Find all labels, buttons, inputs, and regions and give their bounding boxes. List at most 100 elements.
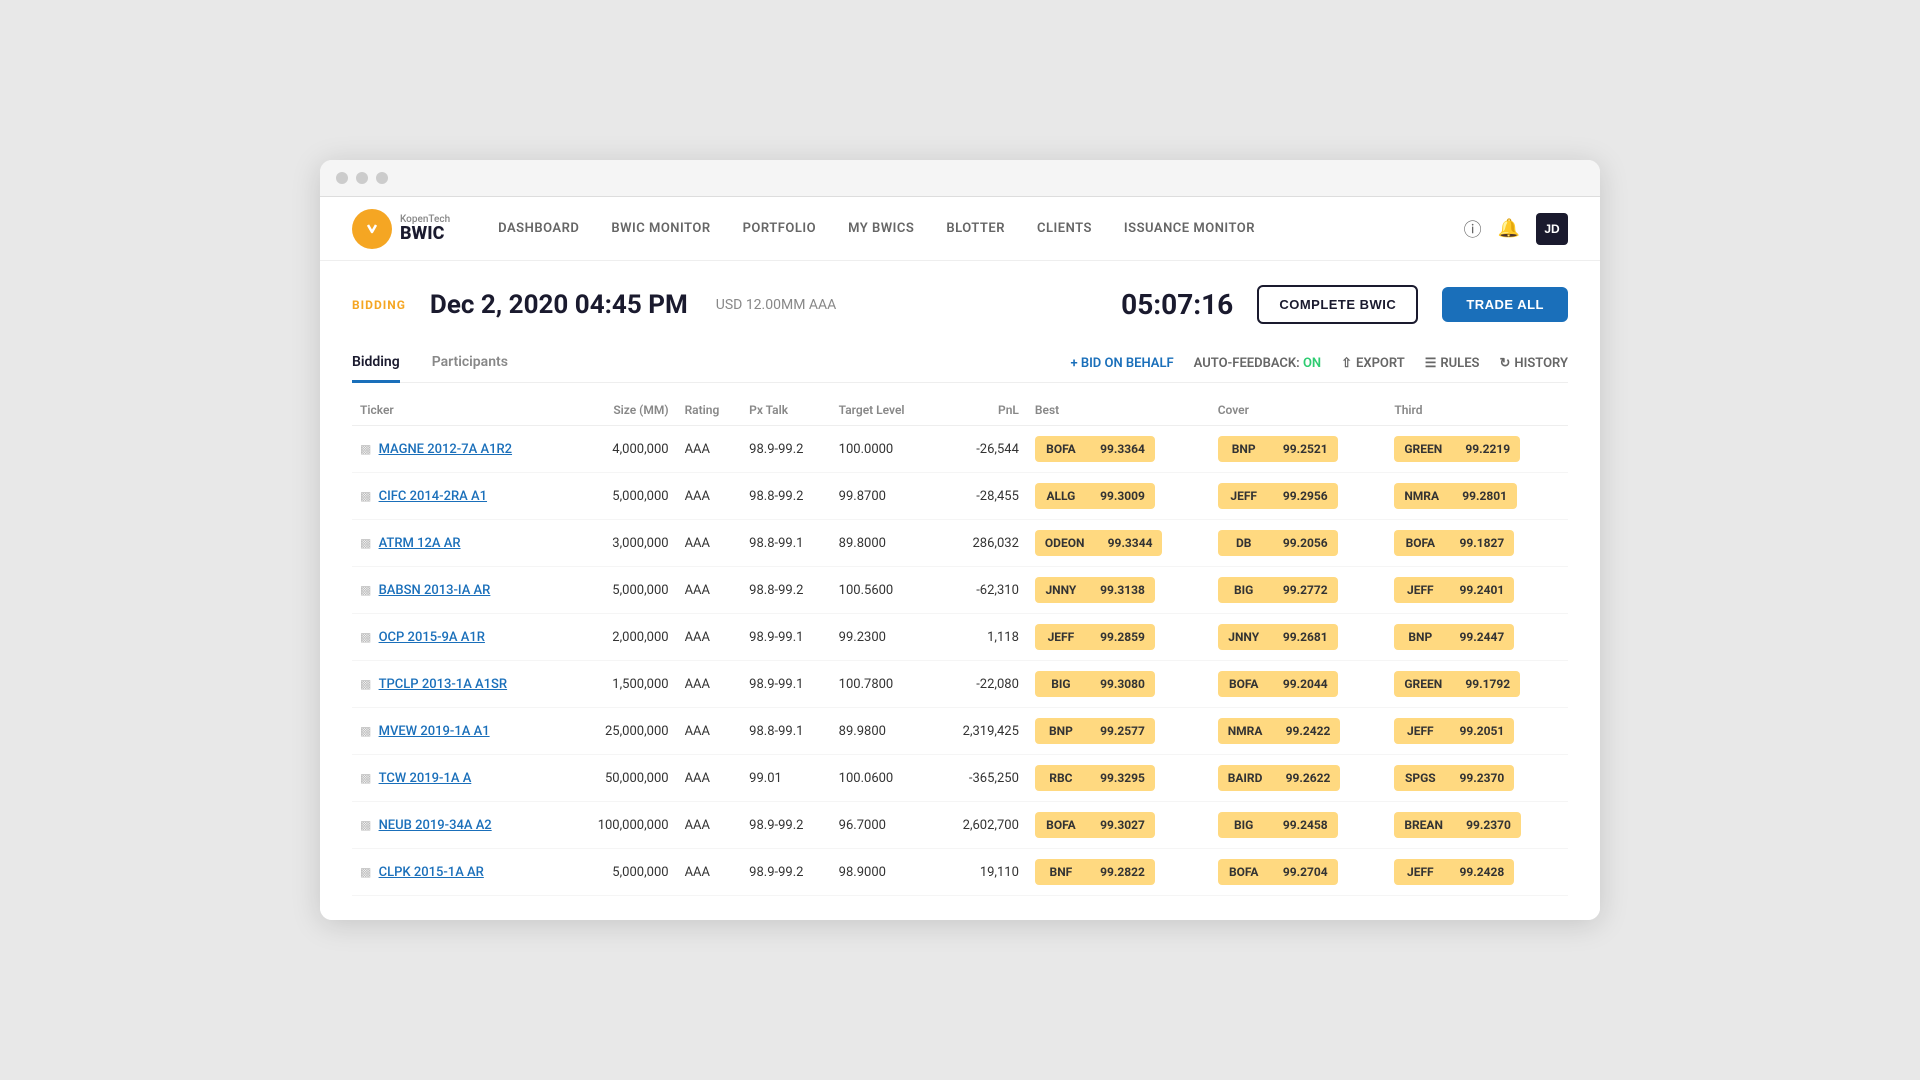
tab-participants[interactable]: Participants [432,344,508,383]
third-value-3: 99.2401 [1446,577,1514,603]
notifications-button[interactable]: 🔔 [1498,218,1520,239]
cover-value-5: 99.2044 [1270,671,1338,697]
cell-target-4: 99.2300 [831,614,935,661]
best-label-7: RBC [1035,765,1087,791]
ticker-link-3[interactable]: BABSN 2013-IA AR [379,583,491,598]
complete-bwic-button[interactable]: COMPLETE BWIC [1257,285,1418,324]
third-label-7: SPGS [1394,765,1446,791]
ticker-link-4[interactable]: OCP 2015-9A A1R [379,630,485,645]
third-bid-group-4: BNP 99.2447 [1394,624,1560,650]
cell-px-talk-2: 98.8-99.1 [741,520,831,567]
best-label-1: ALLG [1035,483,1087,509]
cell-cover-8: BIG 99.2458 [1210,802,1387,849]
ticker-link-6[interactable]: MVEW 2019-1A A1 [379,724,490,739]
cell-best-0: BOFA 99.3364 [1027,426,1210,473]
ticker-link-9[interactable]: CLPK 2015-1A AR [379,865,484,880]
cell-best-4: JEFF 99.2859 [1027,614,1210,661]
cell-rating-4: AAA [677,614,742,661]
export-link[interactable]: ⇧ EXPORT [1341,356,1405,371]
cover-bid-group-9: BOFA 99.2704 [1218,859,1379,885]
cell-size-6: 25,000,000 [566,708,677,755]
help-button[interactable]: ⓘ [1464,216,1482,242]
browser-dot-1 [336,172,348,184]
best-label-3: JNNY [1035,577,1087,603]
cell-target-0: 100.0000 [831,426,935,473]
third-value-8: 99.2370 [1453,812,1521,838]
best-label-5: BIG [1035,671,1087,697]
auto-feedback-status: AUTO-FEEDBACK: ON [1194,356,1321,371]
best-value-3: 99.3138 [1087,577,1155,603]
user-avatar-button[interactable]: JD [1536,213,1568,245]
cell-size-7: 50,000,000 [566,755,677,802]
third-value-5: 99.1792 [1452,671,1520,697]
nav-clients[interactable]: CLIENTS [1037,221,1092,236]
cell-cover-7: BAIRD 99.2622 [1210,755,1387,802]
nav-my-bwics[interactable]: MY BWICS [848,221,914,236]
nav-blotter[interactable]: BLOTTER [946,221,1005,236]
trade-all-button[interactable]: TRADE ALL [1442,287,1568,322]
cell-target-5: 100.7800 [831,661,935,708]
nav-issuance-monitor[interactable]: ISSUANCE MONITOR [1124,221,1255,236]
nav-bwic-monitor[interactable]: BWIC MONITOR [611,221,710,236]
table-row: ▩ TCW 2019-1A A 50,000,000 AAA 99.01 100… [352,755,1568,802]
cell-pnl-9: 19,110 [935,849,1027,896]
nav-portfolio[interactable]: PORTFOLIO [743,221,816,236]
cell-pnl-3: -62,310 [935,567,1027,614]
best-bid-group-8: BOFA 99.3027 [1035,812,1202,838]
tabs-bar: Bidding Participants + BID ON BEHALF AUT… [352,344,1568,383]
cell-pnl-1: -28,455 [935,473,1027,520]
rules-link[interactable]: ☰ RULES [1425,356,1480,371]
ticker-link-0[interactable]: MAGNE 2012-7A A1R2 [379,442,512,457]
third-bid-group-6: JEFF 99.2051 [1394,718,1560,744]
cell-target-2: 89.8000 [831,520,935,567]
help-icon: ⓘ [1464,216,1482,242]
table-row: ▩ NEUB 2019-34A A2 100,000,000 AAA 98.9-… [352,802,1568,849]
cell-best-3: JNNY 99.3138 [1027,567,1210,614]
best-label-4: JEFF [1035,624,1087,650]
history-link[interactable]: ↻ HISTORY [1499,356,1568,371]
bell-icon: 🔔 [1498,218,1520,239]
navbar: KopenTech BWIC DASHBOARD BWIC MONITOR PO… [320,197,1600,261]
ticker-link-2[interactable]: ATRM 12A AR [379,536,461,551]
ticker-link-1[interactable]: CIFC 2014-2RA A1 [379,489,487,504]
table-row: ▩ CLPK 2015-1A AR 5,000,000 AAA 98.9-99.… [352,849,1568,896]
cell-rating-6: AAA [677,708,742,755]
cover-label-8: BIG [1218,812,1270,838]
cell-target-3: 100.5600 [831,567,935,614]
browser-dot-3 [376,172,388,184]
ticker-link-8[interactable]: NEUB 2019-34A A2 [379,818,492,833]
logo-text: KopenTech BWIC [400,215,450,243]
cover-value-8: 99.2458 [1270,812,1338,838]
cover-label-9: BOFA [1218,859,1270,885]
cover-value-0: 99.2521 [1270,436,1338,462]
cell-rating-7: AAA [677,755,742,802]
third-value-7: 99.2370 [1446,765,1514,791]
best-label-0: BOFA [1035,436,1087,462]
cell-px-talk-5: 98.9-99.1 [741,661,831,708]
cover-label-4: JNNY [1218,624,1270,650]
table-row: ▩ BABSN 2013-IA AR 5,000,000 AAA 98.8-99… [352,567,1568,614]
cell-best-7: RBC 99.3295 [1027,755,1210,802]
cell-px-talk-1: 98.8-99.2 [741,473,831,520]
cover-value-9: 99.2704 [1270,859,1338,885]
cell-rating-1: AAA [677,473,742,520]
cell-size-3: 5,000,000 [566,567,677,614]
ticker-link-7[interactable]: TCW 2019-1A A [379,771,472,786]
cell-px-talk-9: 98.9-99.2 [741,849,831,896]
ticker-link-5[interactable]: TPCLP 2013-1A A1SR [379,677,508,692]
best-bid-group-0: BOFA 99.3364 [1035,436,1202,462]
cell-size-4: 2,000,000 [566,614,677,661]
cell-cover-3: BIG 99.2772 [1210,567,1387,614]
best-bid-group-2: ODEON 99.3344 [1035,530,1202,556]
cell-ticker-5: ▩ TPCLP 2013-1A A1SR [352,661,566,708]
tab-bidding[interactable]: Bidding [352,344,400,383]
best-label-2: ODEON [1035,530,1095,556]
cell-ticker-1: ▩ CIFC 2014-2RA A1 [352,473,566,520]
cover-value-1: 99.2956 [1270,483,1338,509]
cover-bid-group-4: JNNY 99.2681 [1218,624,1379,650]
cell-third-4: BNP 99.2447 [1386,614,1568,661]
best-bid-group-1: ALLG 99.3009 [1035,483,1202,509]
nav-dashboard[interactable]: DASHBOARD [498,221,579,236]
third-label-8: BREAN [1394,812,1453,838]
bid-on-behalf-link[interactable]: + BID ON BEHALF [1070,356,1173,371]
